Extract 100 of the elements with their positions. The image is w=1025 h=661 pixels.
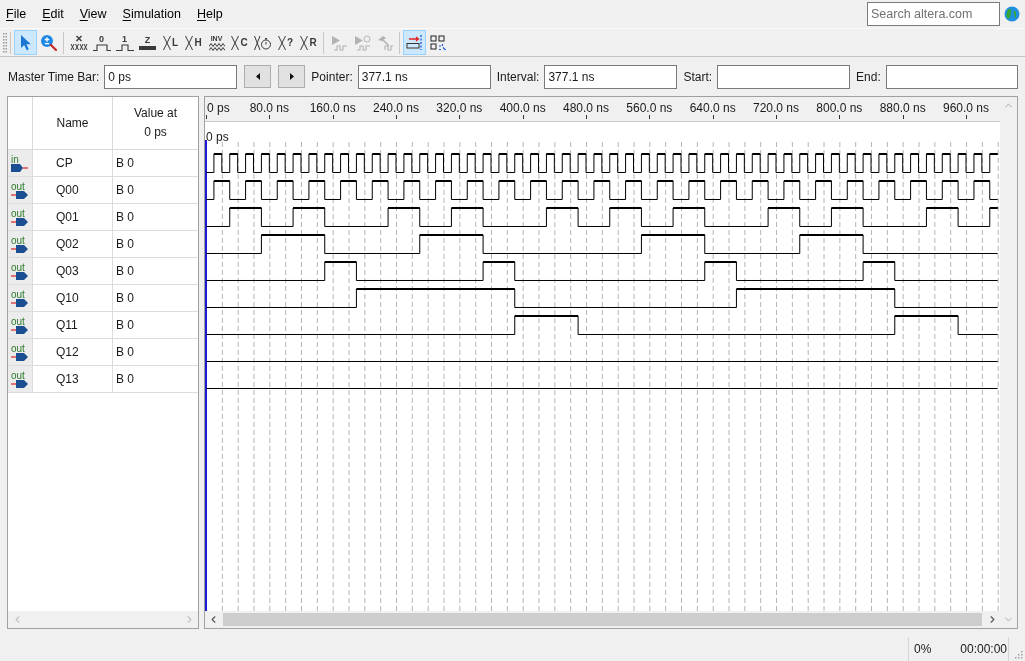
ruler-tick [332, 115, 334, 119]
step-forward-button[interactable] [278, 65, 306, 88]
time-field[interactable] [885, 64, 1018, 89]
time-field[interactable]: 377.1 ns [357, 64, 491, 89]
play-waveform-icon [352, 34, 371, 51]
cross-icon [231, 34, 240, 51]
menu-item[interactable]: Simulation [122, 6, 181, 22]
field-label: Start: [683, 69, 713, 84]
field-label: End: [856, 69, 881, 84]
ruler-tick [586, 115, 587, 119]
resize-grip-icon[interactable] [1015, 651, 1023, 659]
column-header: Value at 0 ps [133, 105, 178, 141]
pin-direction-label: out [11, 371, 26, 380]
cross-icon [300, 34, 309, 51]
menu-item[interactable]: Help [196, 6, 223, 22]
waveform-edit-button[interactable]: ? [274, 30, 297, 55]
vertical-scrollbar[interactable] [1000, 97, 1017, 628]
ruler-label: 0 ps [207, 101, 230, 115]
output-pin-icon [11, 353, 28, 361]
waveform-edit-button[interactable]: C [228, 30, 251, 55]
ruler-label: 800.0 ns [816, 101, 863, 115]
ruler-tick [649, 115, 651, 119]
waveform-edit-button[interactable]: R [297, 30, 320, 55]
pin-direction-label: out [11, 290, 26, 299]
triangle-right-icon [289, 73, 294, 80]
search-field[interactable]: Search altera.com [867, 2, 1000, 26]
signal-value: B 0 [116, 291, 134, 305]
menu-item[interactable]: File [6, 6, 27, 22]
ruler-label: 960.0 ns [943, 101, 990, 115]
pin-direction-label: out [11, 236, 26, 245]
ruler-tick [522, 115, 524, 119]
chevron-down-icon [1003, 614, 1014, 625]
ruler-tick [966, 115, 968, 119]
signal-name[interactable]: Q10 [56, 291, 79, 305]
signal-value: B 0 [116, 210, 134, 224]
horizontal-scrollbar[interactable] [205, 611, 1000, 628]
waveform-edit-button[interactable]: 1 [113, 30, 136, 55]
elapsed-time-label: 00:00:00 [960, 642, 1007, 656]
time-field[interactable]: 0 ps [104, 64, 238, 89]
signal-name[interactable]: Q11 [56, 318, 78, 332]
grip-icon[interactable] [3, 32, 7, 53]
scrollbar-thumb[interactable] [223, 613, 982, 626]
menu-item[interactable]: View [79, 6, 107, 22]
waveform-edit-button[interactable]: L [159, 30, 182, 55]
ruler-label: 80.0 ns [249, 101, 289, 115]
signal-value: B 0 [116, 372, 134, 386]
ruler-tick [206, 115, 207, 119]
signal-value: B 0 [116, 237, 134, 251]
output-pin-icon [11, 299, 28, 307]
menu-item[interactable]: Edit [42, 6, 64, 22]
time-bar-label: 0 ps [206, 130, 229, 144]
signal-value: B 0 [116, 183, 134, 197]
time-field[interactable]: 377.1 ns [544, 64, 678, 89]
output-pin-icon [11, 272, 28, 280]
arrow-guide-icon [405, 35, 424, 50]
step-back-button[interactable] [244, 65, 272, 88]
ruler-label: 720.0 ns [753, 101, 800, 115]
field-label: Interval: [496, 69, 540, 84]
ruler-label: 560.0 ns [626, 101, 673, 115]
pulse-icon [115, 43, 134, 51]
ruler-tick [396, 115, 397, 119]
signal-name[interactable]: Q01 [56, 210, 79, 224]
input-pin-icon [11, 164, 28, 172]
grid-squares-icon [429, 34, 446, 51]
triangle-left-icon [255, 73, 260, 80]
signal-name[interactable]: Q00 [56, 183, 79, 197]
ruler-label: 640.0 ns [689, 101, 736, 115]
signal-name[interactable]: CP [56, 156, 73, 170]
progress-label: 0% [914, 642, 932, 656]
output-pin-icon [11, 245, 28, 253]
signal-value: B 0 [116, 318, 134, 332]
cross-icon [162, 34, 171, 51]
pin-direction-label: out [11, 317, 26, 326]
time-bar-marker[interactable] [205, 140, 207, 611]
ruler-label: 400.0 ns [499, 101, 546, 115]
globe-icon[interactable] [1004, 6, 1020, 22]
pin-direction-label: out [11, 182, 26, 191]
waveform-edit-button[interactable]: Z [136, 30, 159, 55]
ruler-label: 880.0 ns [879, 101, 926, 115]
ruler-tick [459, 115, 461, 119]
field-label: Master Time Bar: [8, 69, 100, 84]
ruler-label: 320.0 ns [436, 101, 483, 115]
select-tool-button[interactable] [14, 30, 37, 55]
signal-name[interactable]: Q03 [56, 264, 79, 278]
arrow-cursor-icon [19, 34, 32, 51]
ruler-label: 160.0 ns [309, 101, 356, 115]
waveform-edit-button[interactable]: H [182, 30, 205, 55]
ruler-tick [839, 115, 841, 119]
pulse-icon [92, 43, 111, 51]
signal-value: B 0 [116, 345, 134, 359]
snap-button[interactable] [403, 30, 426, 55]
signal-name[interactable]: Q02 [56, 237, 79, 251]
play-waveform-icon [329, 34, 348, 51]
signal-name[interactable]: Q12 [56, 345, 79, 359]
pin-direction-label: out [11, 344, 26, 353]
waveform-edit-button[interactable]: 0 [90, 30, 113, 55]
field-label: Pointer: [311, 69, 353, 84]
signal-name[interactable]: Q13 [56, 372, 79, 386]
time-field[interactable] [717, 64, 851, 89]
pin-direction-label: out [11, 263, 26, 272]
